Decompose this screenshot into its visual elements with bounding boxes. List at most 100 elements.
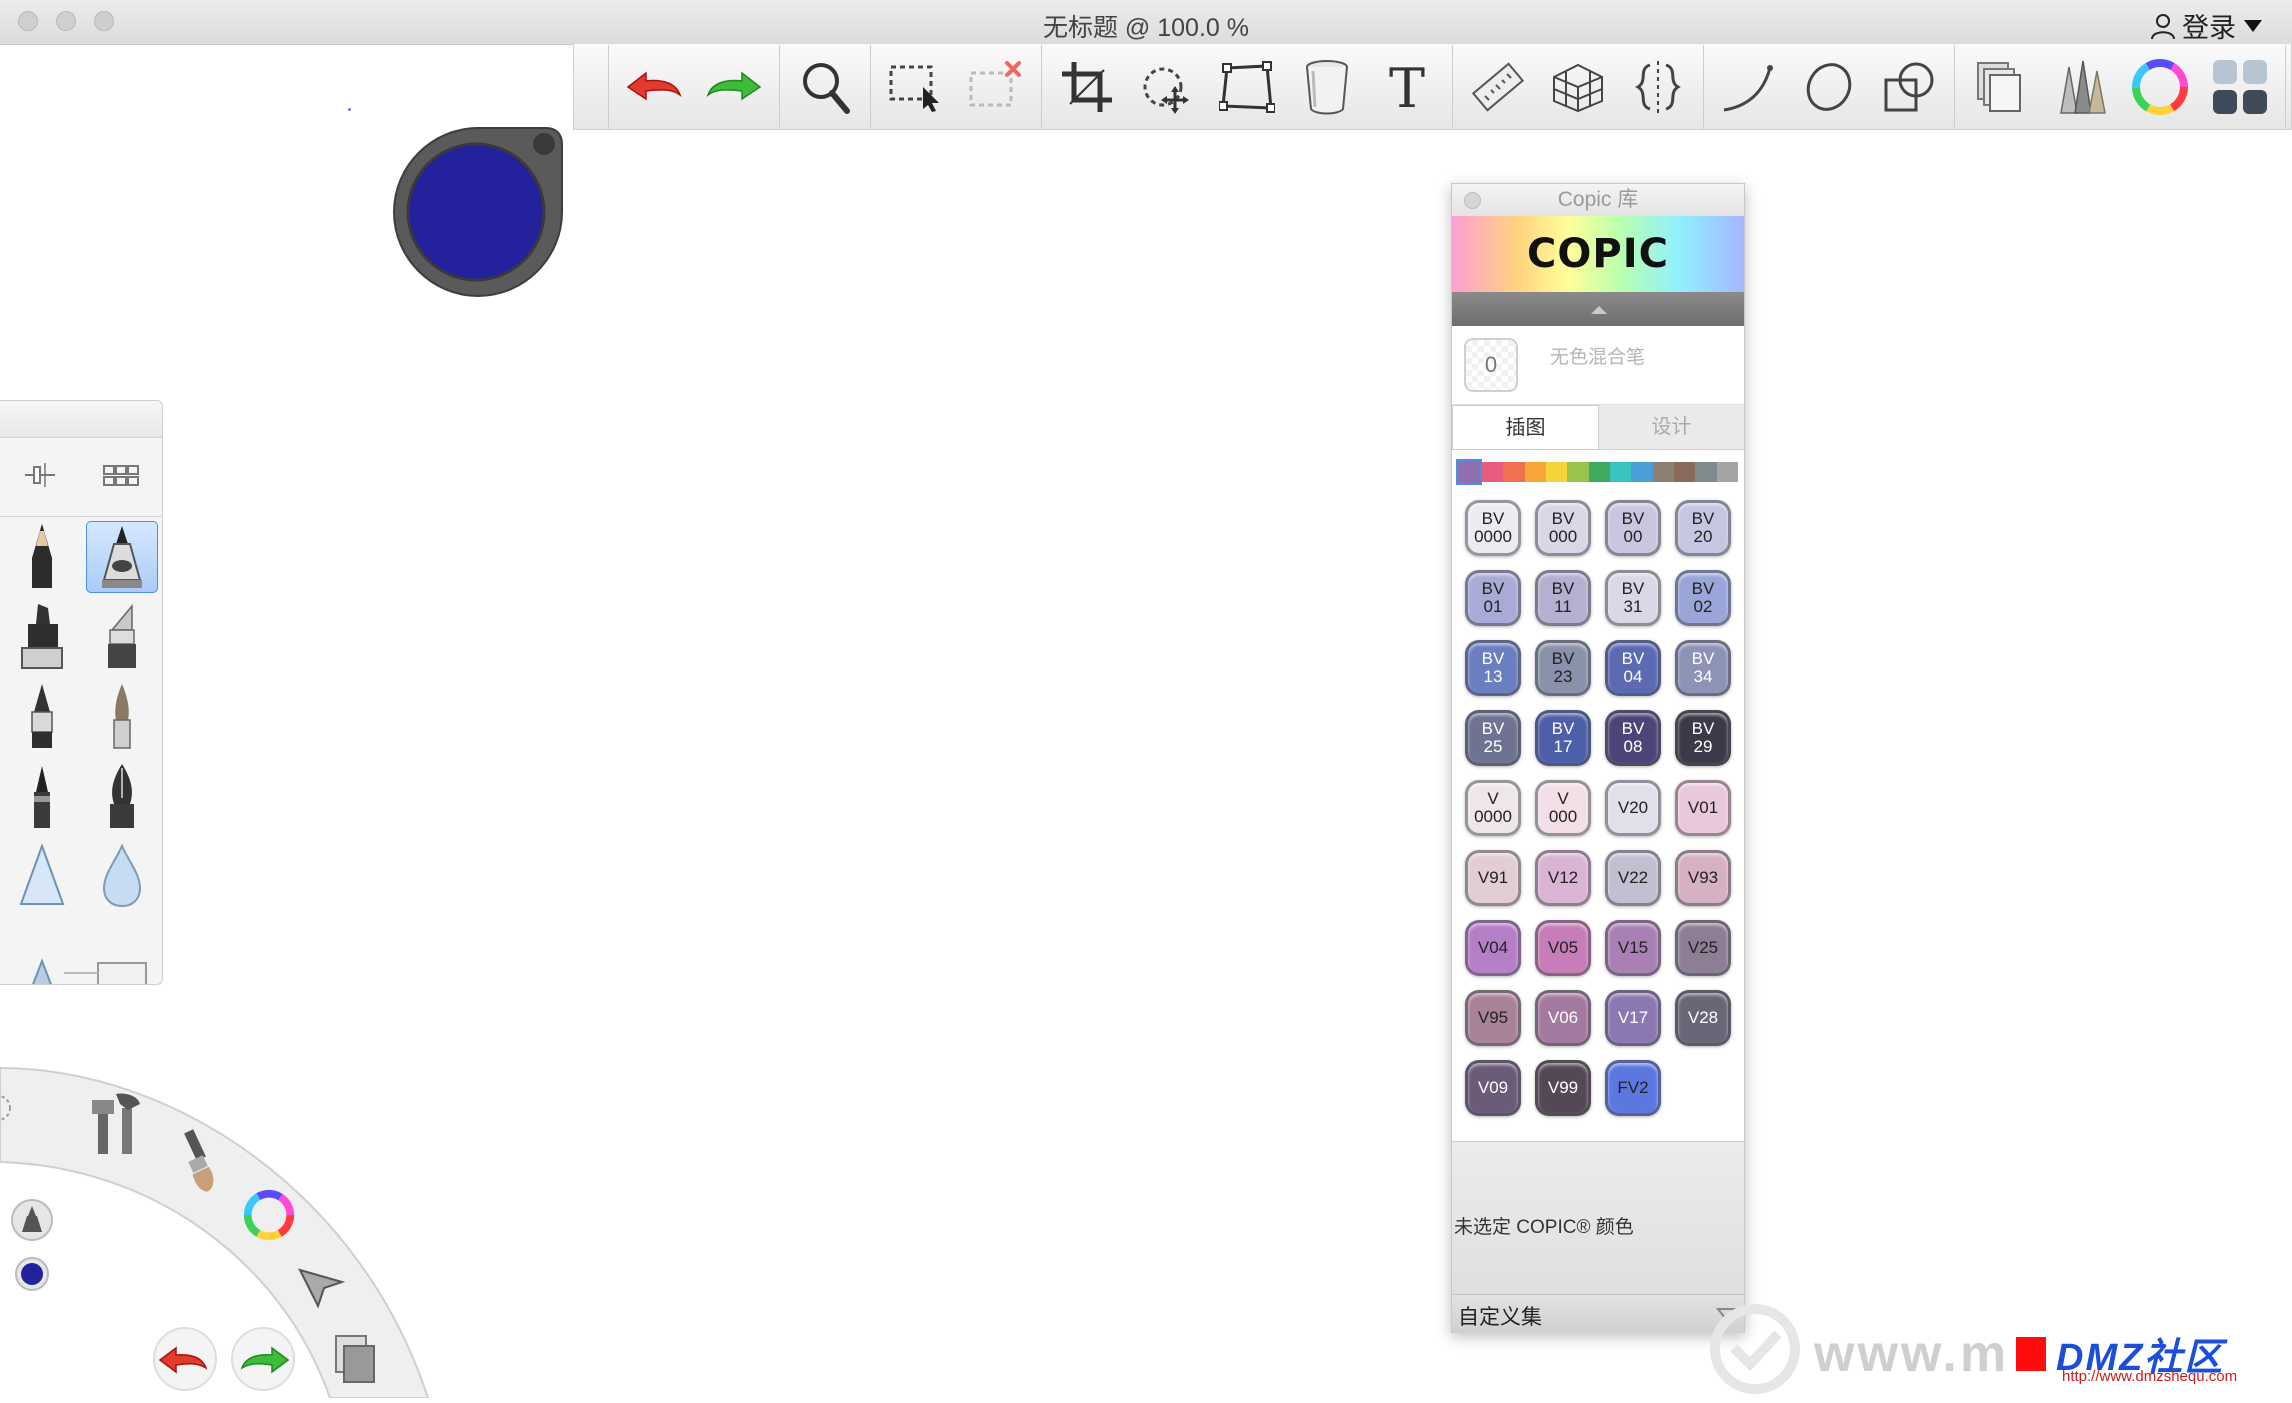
copic-swatch[interactable]: BV 17: [1535, 710, 1591, 766]
color-family-8[interactable]: [1631, 462, 1653, 482]
copic-swatch[interactable]: BV 0000: [1465, 500, 1521, 556]
brush-properties-button[interactable]: [23, 458, 57, 497]
color-family-7[interactable]: [1609, 462, 1632, 482]
lagoon-tools-button[interactable]: [86, 1090, 146, 1163]
copic-swatch[interactable]: BV 31: [1605, 570, 1661, 626]
brush-ballpoint[interactable]: [2, 677, 82, 757]
copic-swatch[interactable]: V01: [1675, 780, 1731, 836]
copic-swatch[interactable]: V20: [1605, 780, 1661, 836]
color-family-9[interactable]: [1652, 462, 1674, 482]
lagoon-lens-button[interactable]: [0, 1088, 22, 1128]
color-family-11[interactable]: [1695, 462, 1717, 482]
custom-set-bar[interactable]: 自定义集: [1452, 1294, 1744, 1333]
perspective-button[interactable]: [1545, 54, 1611, 120]
copic-swatch[interactable]: BV 01: [1465, 570, 1521, 626]
copic-swatch[interactable]: BV 20: [1675, 500, 1731, 556]
ruler-button[interactable]: [1465, 54, 1531, 120]
color-family-1[interactable]: [1482, 462, 1504, 482]
copic-swatch[interactable]: V28: [1675, 990, 1731, 1046]
brush-sets-button[interactable]: [102, 460, 140, 495]
lagoon-color-button[interactable]: [240, 1186, 298, 1249]
select-button[interactable]: [883, 54, 949, 120]
ellipse-button[interactable]: [1796, 54, 1862, 120]
brush-library-button[interactable]: [2047, 54, 2113, 120]
color-family-0[interactable]: [1456, 459, 1482, 485]
tab-design[interactable]: 设计: [1599, 405, 1744, 449]
copic-swatch[interactable]: V04: [1465, 920, 1521, 976]
copic-swatch[interactable]: BV 08: [1605, 710, 1661, 766]
collapse-bar[interactable]: [1452, 292, 1744, 326]
copic-swatch[interactable]: BV 11: [1535, 570, 1591, 626]
copic-swatch[interactable]: BV 13: [1465, 640, 1521, 696]
redo-button[interactable]: [701, 54, 767, 120]
zoom-button[interactable]: [792, 54, 858, 120]
stroke-button[interactable]: [1716, 54, 1782, 120]
shapes-button[interactable]: [1876, 54, 1942, 120]
copic-swatch[interactable]: BV 02: [1675, 570, 1731, 626]
brush-eraser[interactable]: [82, 917, 162, 984]
brush-smudge[interactable]: [2, 837, 82, 917]
color-family-12[interactable]: [1716, 462, 1738, 482]
layers-button[interactable]: [1967, 54, 2033, 120]
copic-swatch[interactable]: BV 23: [1535, 640, 1591, 696]
copic-swatch[interactable]: BV 29: [1675, 710, 1731, 766]
crop-button[interactable]: [1054, 54, 1120, 120]
panel-close-button[interactable]: [1464, 192, 1481, 209]
copic-swatch[interactable]: V91: [1465, 850, 1521, 906]
copic-swatch[interactable]: BV 25: [1465, 710, 1521, 766]
copic-swatch[interactable]: V05: [1535, 920, 1591, 976]
login-menu[interactable]: 登录: [2150, 6, 2264, 45]
color-family-5[interactable]: [1567, 462, 1589, 482]
lagoon-current-brush[interactable]: [10, 1198, 54, 1247]
copic-swatch[interactable]: BV 34: [1675, 640, 1731, 696]
fill-button[interactable]: [1294, 54, 1360, 120]
copic-swatch[interactable]: V25: [1675, 920, 1731, 976]
copic-swatch[interactable]: V 000: [1535, 780, 1591, 836]
lagoon-brushes-button[interactable]: [172, 1126, 228, 1201]
brush-paintbrush[interactable]: [82, 677, 162, 757]
copic-swatch[interactable]: FV2: [1605, 1060, 1661, 1116]
lagoon-redo-button[interactable]: [230, 1326, 296, 1397]
brush-fountain-pen[interactable]: [82, 757, 162, 837]
lagoon-undo-button[interactable]: [152, 1326, 218, 1397]
lagoon-layers-button[interactable]: [332, 1332, 382, 1393]
copic-swatch[interactable]: V 0000: [1465, 780, 1521, 836]
color-family-3[interactable]: [1524, 462, 1546, 482]
color-family-4[interactable]: [1545, 462, 1568, 482]
copic-swatch[interactable]: V95: [1465, 990, 1521, 1046]
symmetry-button[interactable]: [1625, 54, 1691, 120]
color-editor-button[interactable]: [2127, 54, 2193, 120]
copic-swatch[interactable]: V99: [1535, 1060, 1591, 1116]
copic-swatch[interactable]: V06: [1535, 990, 1591, 1046]
brush-felt-pen[interactable]: [2, 757, 82, 837]
deselect-button[interactable]: [963, 54, 1029, 120]
distort-button[interactable]: [1214, 54, 1280, 120]
undo-button[interactable]: [621, 54, 687, 120]
copic-swatch[interactable]: V22: [1605, 850, 1661, 906]
brush-palette-button[interactable]: [2207, 54, 2273, 120]
brush-palette-resize-handle[interactable]: [64, 972, 98, 974]
copic-swatch[interactable]: V12: [1535, 850, 1591, 906]
brush-airbrush[interactable]: [82, 517, 162, 597]
copic-swatch[interactable]: V15: [1605, 920, 1661, 976]
transform-button[interactable]: [1134, 54, 1200, 120]
color-family-10[interactable]: [1673, 462, 1696, 482]
colorless-blender-row[interactable]: 0 无色混合笔: [1452, 326, 1744, 405]
tab-illustration[interactable]: 插图: [1452, 405, 1599, 449]
brush-puck[interactable]: [390, 124, 566, 300]
brush-marker[interactable]: [2, 597, 82, 677]
copic-swatch[interactable]: V09: [1465, 1060, 1521, 1116]
text-button[interactable]: T: [1374, 54, 1440, 120]
brush-triangle[interactable]: [2, 917, 82, 984]
copic-swatch[interactable]: BV 04: [1605, 640, 1661, 696]
color-family-2[interactable]: [1503, 462, 1525, 482]
lagoon-current-color[interactable]: [14, 1256, 50, 1297]
colorless-blender-swatch[interactable]: 0: [1464, 338, 1518, 392]
copic-swatch[interactable]: BV 00: [1605, 500, 1661, 556]
brush-chisel-marker[interactable]: [82, 597, 162, 677]
color-family-6[interactable]: [1588, 462, 1610, 482]
brush-blur[interactable]: [82, 837, 162, 917]
copic-swatch[interactable]: BV 000: [1535, 500, 1591, 556]
copic-swatch[interactable]: V93: [1675, 850, 1731, 906]
brush-pencil[interactable]: [2, 517, 82, 597]
